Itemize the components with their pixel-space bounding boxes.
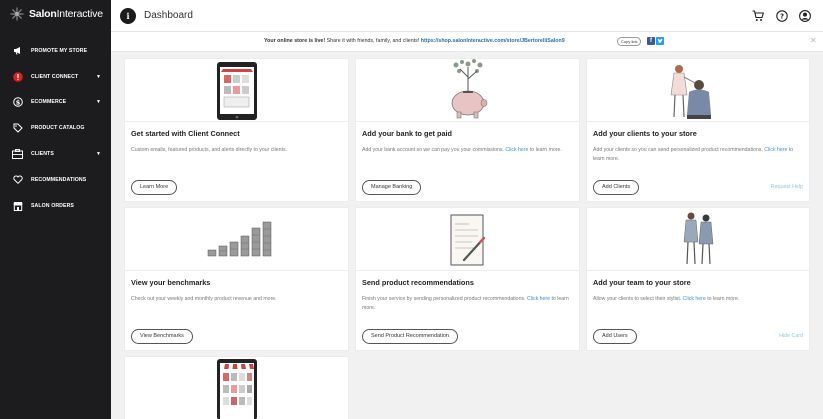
click-here-link[interactable]: Click here — [683, 296, 706, 302]
sidebar-item-promote-my-store[interactable]: PROMOTE MY STORE — [0, 38, 111, 64]
megaphone-icon — [12, 45, 23, 56]
card-description: Custom emails, featured products, and al… — [131, 147, 287, 153]
piggy-bank-illustration — [356, 59, 579, 122]
manage-banking-button[interactable]: Manage Banking — [362, 180, 422, 195]
card-title: Get started with Client Connect — [131, 129, 240, 138]
top-header: i Dashboard ? — [111, 0, 823, 32]
brand-name: SalonInteractive — [29, 8, 103, 20]
card-title: Send product recommendations — [362, 278, 474, 287]
clients-icon — [12, 149, 23, 160]
card-title: Add your bank to get paid — [362, 129, 452, 138]
click-here-link[interactable]: Click here — [505, 147, 528, 153]
card-add-clients: Add your clients to your store Add your … — [586, 58, 810, 202]
info-icon[interactable]: i — [120, 8, 136, 24]
brand-logo[interactable]: SalonInteractive — [10, 7, 103, 21]
chevron-down-icon: ▼ — [96, 99, 101, 106]
svg-text:?: ? — [780, 13, 784, 21]
click-here-link[interactable]: Click here — [527, 296, 550, 302]
chevron-down-icon: ▼ — [96, 73, 101, 80]
tag-icon — [12, 123, 23, 134]
store-live-text: Share it with friends, family, and clien… — [325, 38, 421, 44]
sidebar-nav: PROMOTE MY STORE CLIENT CONNECT ▼ $ ECOM… — [0, 38, 111, 219]
help-icon[interactable]: ? — [776, 10, 788, 22]
chevron-down-icon: ▼ — [96, 151, 101, 158]
card-bank: Add your bank to get paid Add your bank … — [355, 58, 580, 202]
hide-card-link[interactable]: Hide Card — [779, 333, 803, 339]
add-clients-button[interactable]: Add Clients — [593, 180, 640, 195]
sidebar-item-product-catalog[interactable]: PRODUCT CATALOG — [0, 115, 111, 141]
store-live-message: Your online store is live! Share it with… — [264, 38, 565, 44]
add-users-button[interactable]: Add Users — [593, 329, 637, 344]
sidebar-item-salon-orders[interactable]: SALON ORDERS — [0, 193, 111, 219]
sidebar-item-ecommerce[interactable]: $ ECOMMERCE ▼ — [0, 90, 111, 116]
coin-stacks-illustration — [125, 208, 348, 271]
sidebar-item-client-connect[interactable]: CLIENT CONNECT ▼ — [0, 64, 111, 90]
sidebar-item-label: ECOMMERCE — [31, 99, 67, 106]
send-product-recommendation-button[interactable]: Send Product Recommendation — [362, 329, 458, 344]
sidebar-item-label: SALON ORDERS — [31, 202, 74, 209]
sidebar-item-clients[interactable]: CLIENTS ▼ — [0, 141, 111, 167]
card-description: Check out your weekly and monthly produc… — [131, 296, 277, 302]
account-icon[interactable] — [799, 10, 811, 22]
sidebar-item-label: CLIENTS — [31, 151, 54, 158]
card-description: Finish your service by sending personali… — [362, 296, 569, 311]
facebook-icon[interactable]: f — [647, 37, 655, 45]
sidebar-item-label: CLIENT CONNECT — [31, 73, 79, 80]
card-client-connect: Get started with Client Connect Custom e… — [124, 58, 349, 202]
card-title: Add your clients to your store — [593, 129, 697, 138]
heart-icon — [12, 174, 23, 185]
sidebar-item-label: PROMOTE MY STORE — [31, 47, 88, 54]
card-benchmarks: View your benchmarks Check out your week… — [124, 207, 349, 351]
stylist-illustration — [587, 59, 809, 122]
twitter-icon[interactable] — [656, 37, 664, 45]
sidebar-item-recommendations[interactable]: RECOMMENDATIONS — [0, 167, 111, 193]
starburst-logo-icon — [10, 7, 24, 21]
card-description: Add your clients so you can send persona… — [593, 147, 794, 162]
click-here-link[interactable]: Click here — [764, 147, 787, 153]
storefront-tablet-illustration — [125, 357, 348, 419]
card-storefront — [124, 356, 349, 419]
card-description: Allow your clients to select their styli… — [593, 296, 740, 302]
card-recommendations: Send product recommendations Finish your… — [355, 207, 580, 351]
copy-link-button[interactable]: Copy link — [617, 37, 642, 46]
svg-text:$: $ — [15, 99, 20, 107]
sidebar-item-label: PRODUCT CATALOG — [31, 125, 85, 132]
view-benchmarks-button[interactable]: View Benchmarks — [131, 329, 193, 344]
card-title: View your benchmarks — [131, 278, 211, 287]
sidebar: SalonInteractive PROMOTE MY STORE CLIENT… — [0, 0, 111, 419]
card-title: Add your team to your store — [593, 278, 691, 287]
sidebar-item-label: RECOMMENDATIONS — [31, 176, 87, 183]
cart-icon[interactable] — [752, 10, 764, 22]
page-title: Dashboard — [144, 10, 193, 21]
close-banner-icon[interactable]: ✕ — [810, 36, 817, 45]
alert-circle-icon — [12, 71, 23, 82]
store-url-link[interactable]: https://shop.salonInteractive.com/store/… — [421, 38, 565, 44]
learn-more-button[interactable]: Learn More — [131, 180, 178, 195]
tablet-illustration — [125, 59, 348, 122]
document-pen-illustration — [356, 208, 579, 271]
store-live-heading: Your online store is live! — [264, 38, 326, 44]
store-live-banner: Your online store is live! Share it with… — [111, 32, 823, 52]
dollar-icon: $ — [12, 97, 23, 108]
team-illustration — [587, 208, 809, 271]
request-help-link[interactable]: Request Help — [771, 184, 803, 190]
card-description: Add your bank account so we can pay you … — [362, 147, 562, 153]
card-add-team: Add your team to your store Allow your c… — [586, 207, 810, 351]
store-icon — [12, 200, 23, 211]
